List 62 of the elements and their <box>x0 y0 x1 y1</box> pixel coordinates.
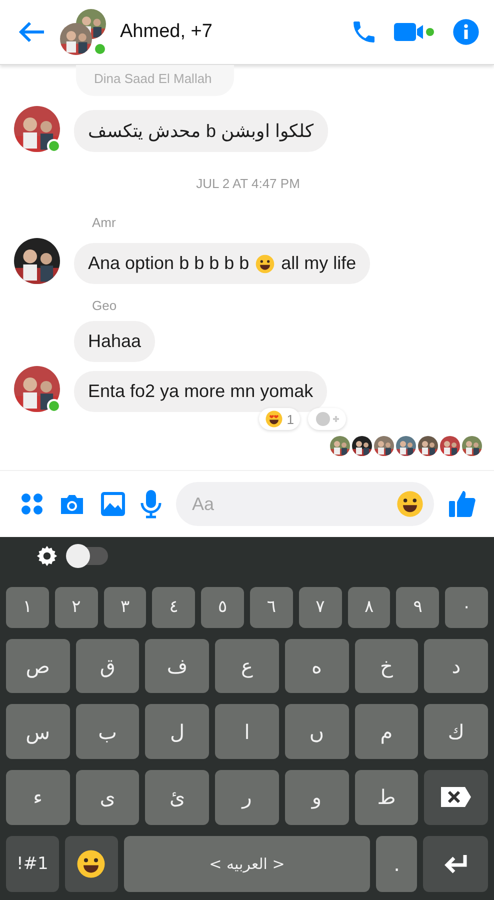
backspace-key[interactable] <box>424 770 488 825</box>
smiley-icon <box>76 848 106 879</box>
message-field[interactable]: Aa <box>176 482 434 526</box>
letter-key[interactable]: د <box>424 638 488 694</box>
like-button[interactable] <box>448 489 476 519</box>
message-bubble: Ana option b b b b b all my life <box>74 243 370 284</box>
emoji-key[interactable] <box>64 836 118 892</box>
letter-key[interactable]: م <box>354 704 418 759</box>
message-bubble: كلكوا اوبشن b محدش يتكسف <box>74 110 328 152</box>
number-key[interactable]: ٥ <box>201 586 244 628</box>
space-key[interactable]: < العربيه > <box>124 836 370 892</box>
number-key[interactable]: ٠ <box>445 586 488 628</box>
period-key[interactable]: . <box>376 836 418 892</box>
message-bubble: Enta fo2 ya more mn yomak <box>74 371 328 412</box>
letter-key[interactable]: ط <box>354 770 418 825</box>
letter-key[interactable]: ل <box>145 704 210 759</box>
letter-key[interactable]: ا <box>215 704 279 759</box>
microphone-icon[interactable] <box>140 489 162 519</box>
number-key[interactable]: ٩ <box>396 586 440 628</box>
info-button[interactable] <box>452 18 480 46</box>
letter-key[interactable]: ع <box>215 638 279 694</box>
number-key[interactable]: ١ <box>6 586 49 628</box>
settings-icon[interactable] <box>36 545 58 568</box>
number-key[interactable]: ٢ <box>54 586 98 628</box>
timestamp: JUL 2 AT 4:47 PM <box>196 176 300 191</box>
symbols-key[interactable]: !#1 <box>6 836 59 892</box>
number-key[interactable]: ٨ <box>348 586 390 628</box>
backspace-icon <box>439 785 474 810</box>
letter-key[interactable]: ء <box>6 770 70 825</box>
reply-preview: Dina Saad El Mallah <box>76 65 234 96</box>
menu-icon[interactable] <box>20 492 44 516</box>
letter-key[interactable]: ى <box>76 770 140 825</box>
chat-title: Ahmed, +7 <box>120 21 214 43</box>
letter-key[interactable]: و <box>284 770 349 825</box>
sender-name: Geo <box>92 298 117 313</box>
number-key[interactable]: ٣ <box>104 586 146 628</box>
laughing-emoji-icon <box>255 254 276 274</box>
heart-eyes-emoji-icon <box>264 410 283 428</box>
message-bubble: Hahaa <box>74 321 156 362</box>
letter-key[interactable]: س <box>6 704 70 759</box>
letter-key[interactable]: ق <box>76 638 140 694</box>
letter-key[interactable]: ئ <box>145 770 210 825</box>
letter-key[interactable]: ف <box>145 638 210 694</box>
letter-key[interactable]: ں <box>284 704 349 759</box>
number-key[interactable]: ٤ <box>152 586 196 628</box>
reaction-chip[interactable]: 1 <box>258 408 300 430</box>
letter-key[interactable]: ب <box>76 704 140 759</box>
smiley-icon <box>396 490 424 518</box>
group-avatar[interactable] <box>60 9 106 55</box>
number-key[interactable]: ٦ <box>250 586 293 628</box>
toggle-switch[interactable] <box>68 547 108 566</box>
back-button[interactable] <box>18 20 46 44</box>
message-input[interactable]: Aa <box>190 492 396 516</box>
letter-key[interactable]: ص <box>6 638 70 694</box>
letter-key[interactable]: خ <box>354 638 418 694</box>
image-icon[interactable] <box>100 491 126 517</box>
sender-name: Amr <box>92 215 116 230</box>
number-key[interactable]: ٧ <box>298 586 342 628</box>
enter-key[interactable] <box>423 836 488 892</box>
letter-key[interactable]: ك <box>424 704 488 759</box>
letter-key[interactable]: ه <box>284 638 349 694</box>
letter-key[interactable]: ر <box>215 770 279 825</box>
